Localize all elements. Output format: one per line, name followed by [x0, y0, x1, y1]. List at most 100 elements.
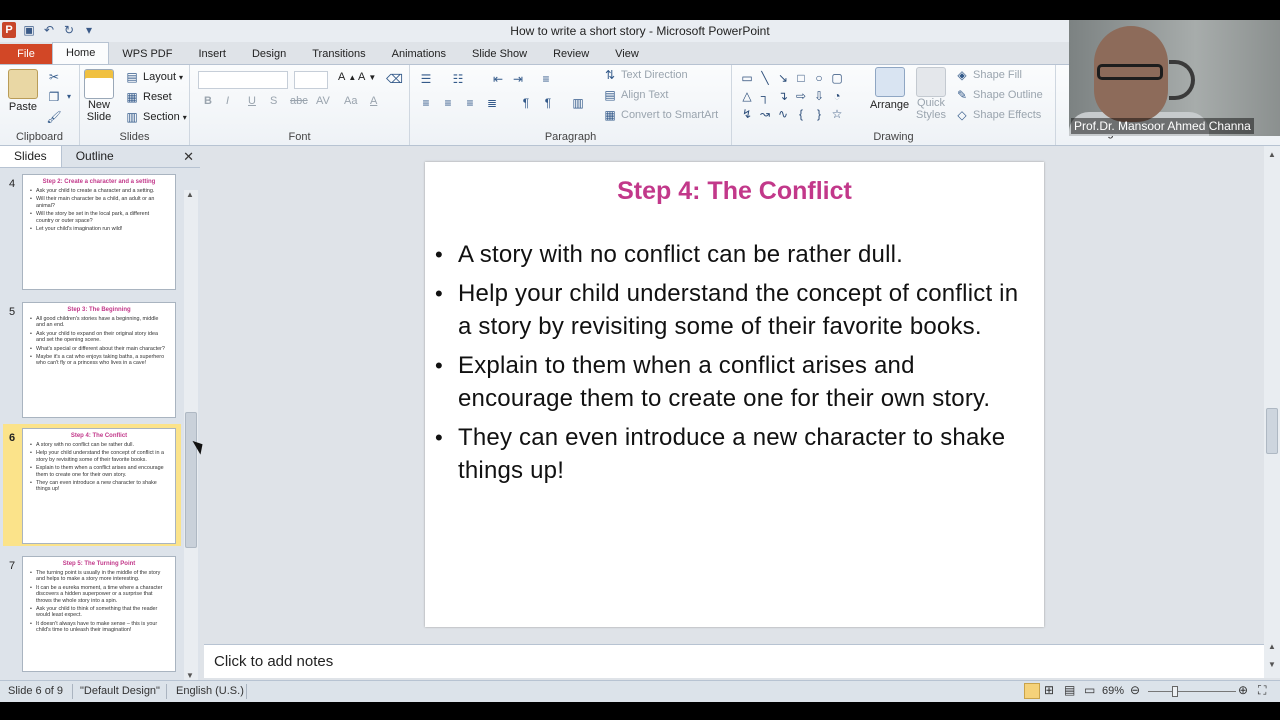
- language-indicator[interactable]: English (U.S.): [176, 685, 244, 697]
- fit-to-window-icon[interactable]: ⛶: [1258, 683, 1266, 698]
- italic-button[interactable]: I: [226, 95, 229, 107]
- format-painter-button[interactable]: 🖌: [46, 109, 62, 125]
- scroll-up-icon[interactable]: ▲: [186, 190, 194, 199]
- arrow-line-shape-icon[interactable]: ↘: [774, 70, 792, 86]
- line-shape-icon[interactable]: ╲: [756, 70, 774, 86]
- slide-thumbnail-4[interactable]: Step 2: Create a character and a setting…: [22, 174, 176, 290]
- align-left-button[interactable]: ≡: [418, 95, 434, 111]
- notes-placeholder[interactable]: Click to add notes: [214, 653, 333, 670]
- align-center-button[interactable]: ≡: [440, 95, 456, 111]
- cut-button[interactable]: ✂: [46, 69, 62, 85]
- brace-right-shape-icon[interactable]: }: [810, 106, 828, 122]
- font-family-combo[interactable]: [198, 71, 288, 89]
- font-color-button[interactable]: A: [370, 95, 377, 107]
- tab-file[interactable]: File: [0, 44, 52, 64]
- new-slide-button[interactable]: New Slide: [84, 69, 114, 123]
- theme-name[interactable]: "Default Design": [80, 685, 160, 697]
- layout-button[interactable]: ▤ Layout ▾: [124, 69, 183, 85]
- justify-button[interactable]: ≣: [484, 95, 500, 111]
- copy-button[interactable]: ❐ ▾: [46, 89, 73, 105]
- zoom-in-icon[interactable]: ⊕: [1238, 683, 1248, 697]
- grow-font-button[interactable]: A ▲: [338, 71, 356, 83]
- slide-show-icon[interactable]: ▭: [1084, 683, 1095, 697]
- reset-button[interactable]: ▦ Reset: [124, 89, 171, 105]
- zoom-out-icon[interactable]: ⊖: [1130, 683, 1140, 697]
- slide-thumbnail-7[interactable]: Step 5: The Turning Point The turning po…: [22, 556, 176, 672]
- rounded-rect-shape-icon[interactable]: ▢: [828, 70, 846, 86]
- slide-thumbnail-6[interactable]: Step 4: The Conflict A story with no con…: [22, 428, 176, 544]
- elbow-shape-icon[interactable]: ┐: [756, 88, 774, 104]
- textbox-shape-icon[interactable]: ▭: [738, 70, 756, 86]
- clear-formatting-button[interactable]: ⌫: [386, 71, 403, 87]
- shrink-font-button[interactable]: A ▼: [358, 71, 376, 83]
- convert-smartart-button[interactable]: ▦ Convert to SmartArt: [602, 107, 718, 123]
- star-shape-icon[interactable]: ☆: [828, 106, 846, 122]
- normal-view-icon[interactable]: [1024, 683, 1040, 699]
- pane-scrollbar[interactable]: ▲ ▼: [184, 190, 198, 680]
- text-direction-button[interactable]: ⇅ Text Direction: [602, 67, 688, 83]
- change-case-button[interactable]: Aa: [344, 95, 357, 107]
- bullets-button[interactable]: ☰: [418, 71, 434, 87]
- tab-outline[interactable]: Outline: [62, 146, 128, 167]
- scribble-shape-icon[interactable]: ∿: [774, 106, 792, 122]
- notes-pane[interactable]: Click to add notes: [204, 644, 1264, 678]
- tab-transitions[interactable]: Transitions: [299, 44, 378, 64]
- shape-outline-button[interactable]: ✎ Shape Outline: [954, 87, 1043, 103]
- elbow-arrow-shape-icon[interactable]: ↴: [774, 88, 792, 104]
- quick-styles-button[interactable]: Quick Styles: [916, 67, 946, 121]
- slide-thumbnail-5[interactable]: Step 3: The Beginning All good children'…: [22, 302, 176, 418]
- paste-button[interactable]: Paste: [8, 69, 38, 113]
- tab-review[interactable]: Review: [540, 44, 602, 64]
- zoom-level[interactable]: 69%: [1102, 685, 1124, 697]
- align-text-button[interactable]: ▤ Align Text: [602, 87, 668, 103]
- down-arrow-shape-icon[interactable]: ⇩: [810, 88, 828, 104]
- zoom-slider[interactable]: [1148, 691, 1236, 692]
- numbering-button[interactable]: ☷: [450, 71, 466, 87]
- tab-wps-pdf[interactable]: WPS PDF: [109, 44, 185, 64]
- zoom-slider-thumb[interactable]: [1172, 686, 1178, 697]
- shapes-gallery[interactable]: ▭ ╲ ↘ □ ○ ▢ △ ┐ ↴ ⇨ ⇩ ◔ ↯ ↝ ∿{} ☆: [738, 69, 858, 123]
- canvas-scroll-thumb[interactable]: [1266, 408, 1278, 454]
- callout-shape-icon[interactable]: ◔: [828, 88, 846, 104]
- slide-sorter-icon[interactable]: ⊞: [1044, 683, 1054, 697]
- tab-slides[interactable]: Slides: [0, 146, 62, 167]
- character-spacing-button[interactable]: AV: [316, 95, 330, 107]
- arrange-button[interactable]: Arrange: [870, 67, 909, 111]
- close-icon[interactable]: ✕: [183, 149, 194, 165]
- slide[interactable]: Step 4: The Conflict A story with no con…: [425, 162, 1044, 627]
- line-spacing-button[interactable]: ≡: [538, 71, 554, 87]
- right-arrow-shape-icon[interactable]: ⇨: [792, 88, 810, 104]
- tab-view[interactable]: View: [602, 44, 652, 64]
- tab-insert[interactable]: Insert: [185, 44, 239, 64]
- shadow-button[interactable]: S: [270, 95, 277, 107]
- tab-home[interactable]: Home: [52, 42, 110, 64]
- canvas-scrollbar[interactable]: ▲ ▲ ▼: [1264, 146, 1280, 678]
- shape-fill-button[interactable]: ◈ Shape Fill: [954, 67, 1022, 83]
- brace-left-shape-icon[interactable]: {: [792, 106, 810, 122]
- columns-button[interactable]: ▥: [570, 95, 586, 111]
- freeform-shape-icon[interactable]: ↝: [756, 106, 774, 122]
- section-button[interactable]: ▥ Section ▾: [124, 109, 186, 125]
- scroll-down-icon[interactable]: ▼: [186, 671, 194, 680]
- bold-button[interactable]: B: [204, 95, 212, 107]
- rectangle-shape-icon[interactable]: □: [792, 70, 810, 86]
- font-size-combo[interactable]: [294, 71, 328, 89]
- underline-button[interactable]: U: [248, 95, 256, 107]
- slide-body[interactable]: A story with no conflict can be rather d…: [433, 238, 1033, 493]
- reading-view-icon[interactable]: ▤: [1064, 683, 1075, 697]
- shape-effects-button[interactable]: ◇ Shape Effects: [954, 107, 1041, 123]
- prev-slide-icon[interactable]: ▲: [1268, 642, 1276, 651]
- tab-design[interactable]: Design: [239, 44, 299, 64]
- strikethrough-button[interactable]: abc: [290, 95, 308, 107]
- next-slide-icon[interactable]: ▼: [1268, 660, 1276, 669]
- triangle-shape-icon[interactable]: △: [738, 88, 756, 104]
- oval-shape-icon[interactable]: ○: [810, 70, 828, 86]
- pane-scroll-thumb[interactable]: [185, 412, 197, 548]
- align-right-button[interactable]: ≡: [462, 95, 478, 111]
- increase-indent-button[interactable]: ⇥: [510, 71, 526, 87]
- scroll-up-icon[interactable]: ▲: [1268, 150, 1276, 159]
- tab-animations[interactable]: Animations: [379, 44, 459, 64]
- decrease-indent-button[interactable]: ⇤: [490, 71, 506, 87]
- curve-shape-icon[interactable]: ↯: [738, 106, 756, 122]
- rtl-button[interactable]: ¶: [540, 95, 556, 111]
